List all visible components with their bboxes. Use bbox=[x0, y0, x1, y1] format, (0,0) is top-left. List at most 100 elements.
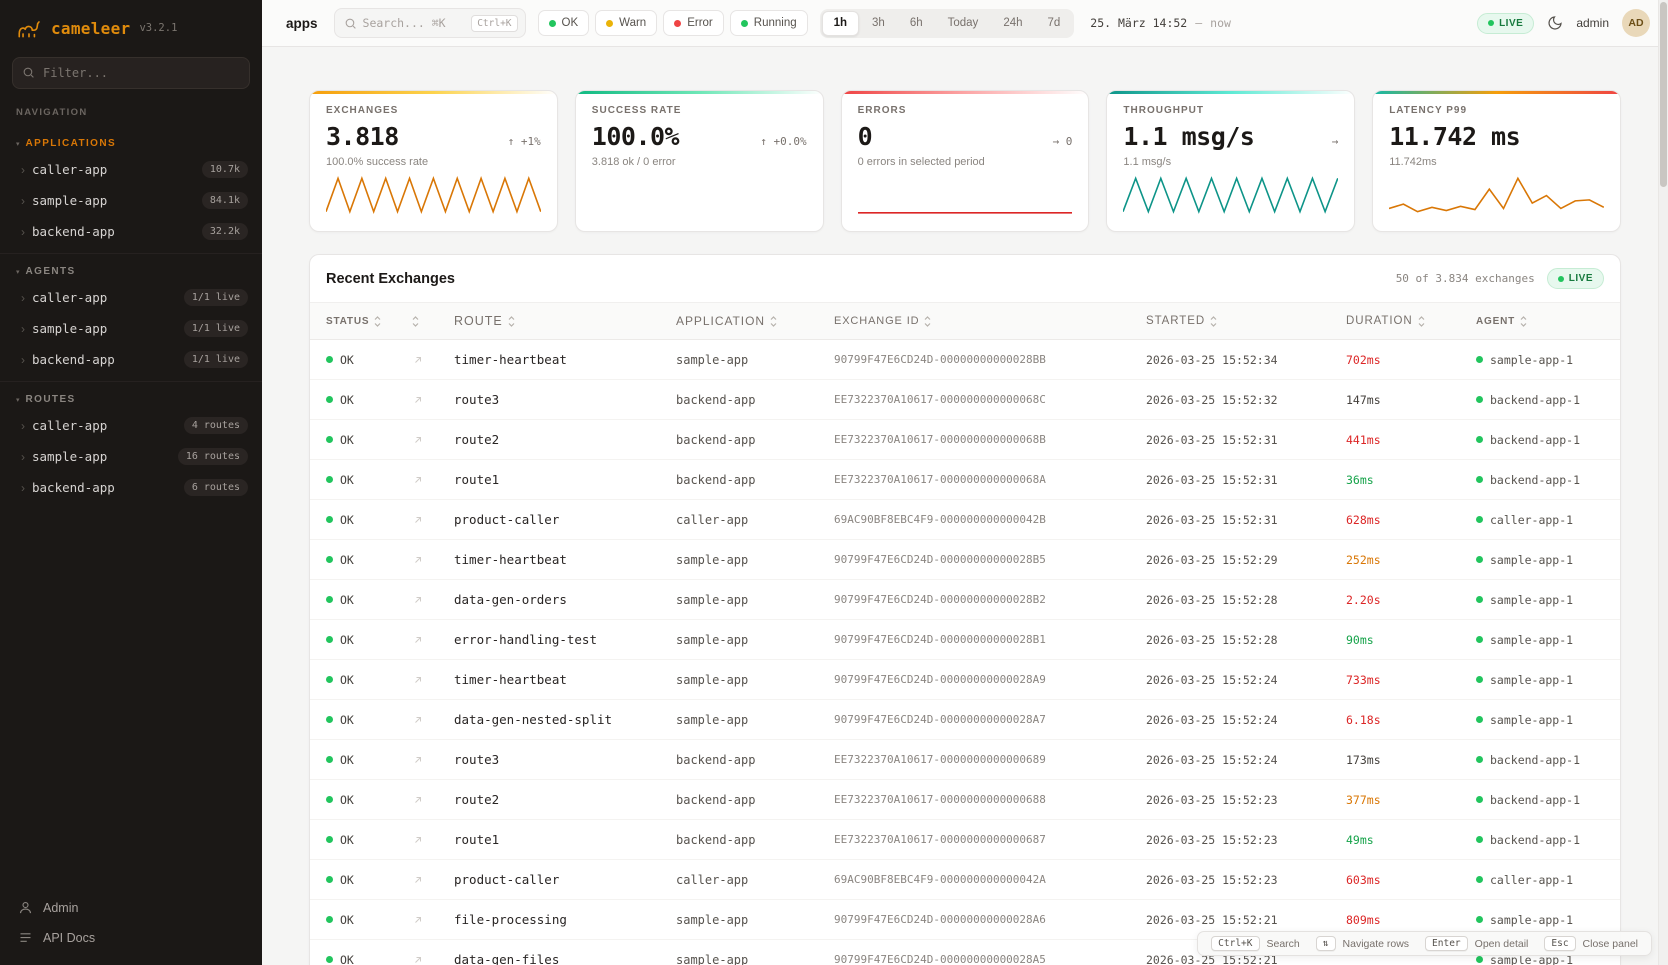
duration-cell: 603ms bbox=[1346, 873, 1476, 887]
dark-mode-toggle[interactable] bbox=[1547, 15, 1563, 31]
sidebar-section-header[interactable]: ▾ AGENTS bbox=[0, 258, 262, 282]
open-detail-icon[interactable] bbox=[412, 794, 424, 806]
stat-card[interactable]: ERRORS 0 → 0 0 errors in selected period bbox=[841, 90, 1090, 232]
agent-name: sample-app-1 bbox=[1490, 713, 1573, 727]
table-row[interactable]: OK data-gen-nested-split sample-app 9079… bbox=[310, 700, 1620, 740]
table-row[interactable]: OK timer-heartbeat sample-app 90799F47E6… bbox=[310, 660, 1620, 700]
open-detail-icon[interactable] bbox=[412, 514, 424, 526]
search-box[interactable]: Ctrl+K bbox=[334, 8, 526, 38]
sidebar-item-badge: 1/1 live bbox=[184, 289, 248, 306]
open-detail-icon[interactable] bbox=[412, 954, 424, 965]
exchange-id-cell: 90799F47E6CD24D-00000000000028A5 bbox=[834, 953, 1146, 965]
status-filter-chip[interactable]: OK bbox=[538, 10, 590, 36]
table-row[interactable]: OK product-caller caller-app 69AC90BF8EB… bbox=[310, 500, 1620, 540]
stat-card[interactable]: LATENCY P99 11.742 ms 11.742ms bbox=[1372, 90, 1621, 232]
agent-live-dot bbox=[1476, 876, 1483, 883]
expand-cell bbox=[412, 794, 454, 806]
agent-cell: sample-app-1 bbox=[1476, 633, 1604, 647]
column-header-route[interactable]: ROUTE bbox=[454, 314, 676, 328]
stat-trend: ↑ +1% bbox=[508, 135, 541, 148]
open-detail-icon[interactable] bbox=[412, 914, 424, 926]
column-header-expand[interactable] bbox=[412, 316, 454, 327]
status-filter-chip[interactable]: Warn bbox=[595, 10, 657, 36]
table-row[interactable]: OK product-caller caller-app 69AC90BF8EB… bbox=[310, 860, 1620, 900]
open-detail-icon[interactable] bbox=[412, 594, 424, 606]
sidebar-item[interactable]: › backend-app 1/1 live bbox=[0, 344, 262, 375]
open-detail-icon[interactable] bbox=[412, 634, 424, 646]
sidebar-item[interactable]: › caller-app 1/1 live bbox=[0, 282, 262, 313]
open-detail-icon[interactable] bbox=[412, 394, 424, 406]
table-row[interactable]: OK data-gen-orders sample-app 90799F47E6… bbox=[310, 580, 1620, 620]
table-header-right: 50 of 3.834 exchanges LIVE bbox=[1396, 268, 1604, 289]
sidebar-item-api-docs[interactable]: API Docs bbox=[18, 930, 244, 945]
sidebar-item[interactable]: › caller-app 4 routes bbox=[0, 410, 262, 441]
status-ok-dot bbox=[326, 396, 333, 403]
column-header-exchange-id[interactable]: EXCHANGE ID bbox=[834, 315, 1146, 327]
table-row[interactable]: OK route1 backend-app EE7322370A10617-00… bbox=[310, 460, 1620, 500]
chevron-down-icon: ▾ bbox=[16, 268, 20, 276]
sidebar-item[interactable]: › backend-app 32.2k bbox=[0, 216, 262, 247]
open-detail-icon[interactable] bbox=[412, 874, 424, 886]
column-header-agent[interactable]: AGENT bbox=[1476, 316, 1604, 327]
sidebar-section-header[interactable]: ▾ ROUTES bbox=[0, 386, 262, 410]
scrollbar-thumb[interactable] bbox=[1660, 2, 1667, 187]
vertical-scrollbar[interactable] bbox=[1658, 0, 1668, 965]
table-row[interactable]: OK route2 backend-app EE7322370A10617-00… bbox=[310, 420, 1620, 460]
table-row[interactable]: OK route3 backend-app EE7322370A10617-00… bbox=[310, 380, 1620, 420]
sidebar-item[interactable]: › caller-app 10.7k bbox=[0, 154, 262, 185]
table-row[interactable]: OK timer-heartbeat sample-app 90799F47E6… bbox=[310, 540, 1620, 580]
time-range-button[interactable]: 7d bbox=[1036, 11, 1073, 36]
open-detail-icon[interactable] bbox=[412, 474, 424, 486]
live-badge[interactable]: LIVE bbox=[1477, 13, 1534, 34]
time-range-button[interactable]: 3h bbox=[860, 11, 897, 36]
time-period[interactable]: 25. März 14:52 — now bbox=[1090, 16, 1231, 30]
status-cell: OK bbox=[326, 793, 412, 807]
sidebar-filter bbox=[12, 57, 250, 89]
topbar-right: LIVE admin AD bbox=[1477, 9, 1650, 37]
status-text: OK bbox=[340, 553, 354, 567]
open-detail-icon[interactable] bbox=[412, 354, 424, 366]
time-range-button[interactable]: 24h bbox=[991, 11, 1034, 36]
agent-live-dot bbox=[1476, 796, 1483, 803]
table-row[interactable]: OK route3 backend-app EE7322370A10617-00… bbox=[310, 740, 1620, 780]
column-header-application[interactable]: APPLICATION bbox=[676, 314, 834, 328]
table-row[interactable]: OK error-handling-test sample-app 90799F… bbox=[310, 620, 1620, 660]
started-cell: 2026-03-25 15:52:34 bbox=[1146, 353, 1346, 367]
avatar[interactable]: AD bbox=[1622, 9, 1650, 37]
sidebar-item[interactable]: › sample-app 84.1k bbox=[0, 185, 262, 216]
open-detail-icon[interactable] bbox=[412, 434, 424, 446]
stat-card[interactable]: SUCCESS RATE 100.0% ↑ +0.0% 3.818 ok / 0… bbox=[575, 90, 824, 232]
sidebar-section-items: › caller-app 4 routes › sample-app 16 ro… bbox=[0, 410, 262, 503]
agent-cell: sample-app-1 bbox=[1476, 353, 1604, 367]
sidebar-item-admin[interactable]: Admin bbox=[18, 900, 244, 915]
sidebar-filter-input[interactable] bbox=[12, 57, 250, 89]
time-range-button[interactable]: 1h bbox=[822, 11, 859, 36]
open-detail-icon[interactable] bbox=[412, 674, 424, 686]
agent-name: sample-app-1 bbox=[1490, 553, 1573, 567]
logo[interactable]: cameleer v3.2.1 bbox=[0, 0, 262, 53]
column-header-status[interactable]: STATUS bbox=[326, 316, 412, 327]
table-row[interactable]: OK route1 backend-app EE7322370A10617-00… bbox=[310, 820, 1620, 860]
open-detail-icon[interactable] bbox=[412, 834, 424, 846]
open-detail-icon[interactable] bbox=[412, 754, 424, 766]
sidebar-section-header[interactable]: ▾ APPLICATIONS bbox=[0, 130, 262, 154]
time-range-button[interactable]: 6h bbox=[898, 11, 935, 36]
open-detail-icon[interactable] bbox=[412, 714, 424, 726]
column-header-started[interactable]: STARTED bbox=[1146, 315, 1346, 327]
stat-card[interactable]: EXCHANGES 3.818 ↑ +1% 100.0% success rat… bbox=[309, 90, 558, 232]
table-row[interactable]: OK route2 backend-app EE7322370A10617-00… bbox=[310, 780, 1620, 820]
column-header-duration[interactable]: DURATION bbox=[1346, 315, 1476, 327]
search-input[interactable] bbox=[363, 16, 466, 30]
sidebar-item[interactable]: › backend-app 6 routes bbox=[0, 472, 262, 503]
stat-card[interactable]: THROUGHPUT 1.1 msg/s → 1.1 msg/s bbox=[1106, 90, 1355, 232]
status-filter-chip[interactable]: Running bbox=[730, 10, 808, 36]
context-switcher[interactable]: apps bbox=[286, 16, 318, 31]
status-text: OK bbox=[340, 793, 354, 807]
open-detail-icon[interactable] bbox=[412, 554, 424, 566]
status-filter-chip[interactable]: Error bbox=[663, 10, 724, 36]
sidebar-item[interactable]: › sample-app 1/1 live bbox=[0, 313, 262, 344]
time-range-button[interactable]: Today bbox=[936, 11, 991, 36]
sidebar-item[interactable]: › sample-app 16 routes bbox=[0, 441, 262, 472]
status-text: OK bbox=[340, 753, 354, 767]
table-row[interactable]: OK timer-heartbeat sample-app 90799F47E6… bbox=[310, 340, 1620, 380]
